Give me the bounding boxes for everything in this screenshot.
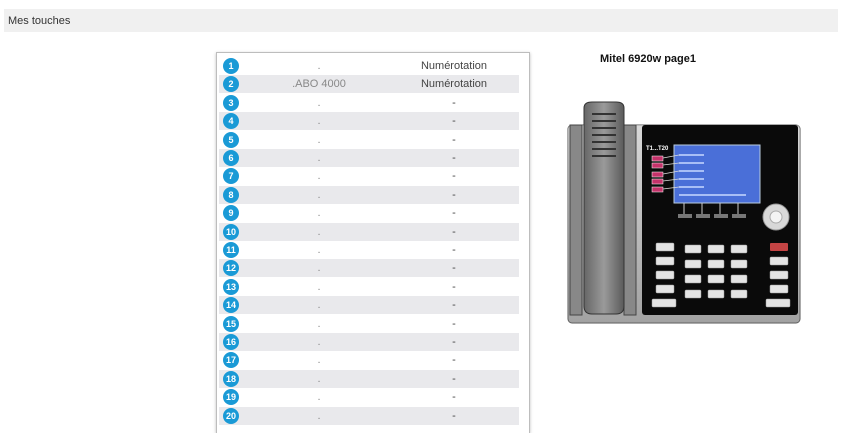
key-number-badge: 14 <box>223 297 239 314</box>
key-number-badge: 8 <box>223 186 239 203</box>
key-row[interactable]: 9. - <box>219 204 519 222</box>
key-label: . <box>317 152 321 164</box>
key-label: . <box>317 244 321 256</box>
key-row[interactable]: 14. - <box>219 296 519 315</box>
key-number-badge: 6 <box>223 150 239 166</box>
key-function: - <box>452 207 456 220</box>
phone-illustration: T1...T20 <box>567 101 801 324</box>
key-number-badge: 20 <box>223 407 239 424</box>
key-function: - <box>452 280 456 293</box>
key-row[interactable]: 12. - <box>219 259 519 278</box>
key-number-badge: 13 <box>223 278 239 295</box>
key-label: . <box>317 133 321 146</box>
key-number-badge: 4 <box>223 113 239 130</box>
key-label: . <box>317 280 321 293</box>
key-number-badge: 10 <box>223 223 239 240</box>
key-label: . <box>317 262 321 275</box>
key-label: . <box>317 299 321 312</box>
key-label: . <box>317 170 321 183</box>
key-function: - <box>452 115 456 128</box>
key-row[interactable]: 5. - <box>219 131 519 149</box>
key-function: - <box>452 152 456 164</box>
key-number-badge: 7 <box>223 168 239 185</box>
key-label: .ABO 4000 <box>292 78 346 91</box>
key-function: - <box>452 170 456 183</box>
key-number-badge: 1 <box>223 58 239 74</box>
key-row[interactable]: 3. - <box>219 94 519 112</box>
key-label: . <box>317 115 321 128</box>
key-function: - <box>452 372 456 385</box>
key-number-badge: 19 <box>223 389 239 406</box>
key-number-badge: 17 <box>223 352 239 369</box>
key-function: Numérotation <box>420 78 488 91</box>
key-number-badge: 2 <box>223 76 239 93</box>
key-row[interactable]: 19. - <box>219 388 519 406</box>
key-label: . <box>317 188 321 201</box>
key-row[interactable]: 15. - <box>219 315 519 333</box>
key-function: - <box>452 133 456 146</box>
key-label: . <box>317 336 321 348</box>
key-function: Numérotation <box>420 60 488 72</box>
key-row[interactable]: 4. - <box>219 112 519 131</box>
key-row[interactable]: 13. - <box>219 278 519 296</box>
key-row[interactable]: 8. - <box>219 185 519 204</box>
key-row[interactable]: 7. - <box>219 167 519 185</box>
key-function: - <box>452 409 456 422</box>
key-number-badge: 11 <box>223 242 239 258</box>
key-label: . <box>317 391 321 404</box>
keys-table: 1. Numérotation 2 .ABO 4000 Numérotation 3. -4… <box>216 52 530 433</box>
key-row[interactable]: 20. - <box>219 406 519 425</box>
key-row[interactable]: 18. - <box>219 369 519 388</box>
key-row[interactable]: 11. - <box>219 241 519 259</box>
key-label: . <box>317 60 321 72</box>
phone-title: Mitel 6920w page1 <box>600 53 696 65</box>
key-row[interactable]: 10. - <box>219 222 519 241</box>
phone-screen-label: T1...T20 <box>646 146 669 152</box>
key-row[interactable]: 17. - <box>219 351 519 369</box>
key-function: - <box>452 244 456 256</box>
key-row[interactable]: 6. - <box>219 149 519 167</box>
key-label: . <box>317 354 321 367</box>
key-function: - <box>452 225 456 238</box>
key-function: - <box>452 317 456 330</box>
key-label: . <box>317 317 321 330</box>
key-label: . <box>317 372 321 385</box>
key-function: - <box>452 391 456 404</box>
key-number-badge: 16 <box>223 334 239 350</box>
key-number-badge: 9 <box>223 205 239 222</box>
key-function: - <box>452 188 456 201</box>
key-number-badge: 18 <box>223 370 239 387</box>
page-title: Mes touches <box>8 15 71 27</box>
key-number-badge: 15 <box>223 315 239 332</box>
key-label: . <box>317 96 321 109</box>
key-row[interactable]: 16. - <box>219 333 519 351</box>
key-function: - <box>452 96 456 109</box>
page-header: Mes touches <box>4 9 838 32</box>
key-row[interactable]: 1. Numérotation <box>219 57 519 75</box>
key-function: - <box>452 354 456 367</box>
key-label: . <box>317 207 321 220</box>
key-row[interactable]: 2 .ABO 4000 Numérotation <box>219 75 519 94</box>
key-label: . <box>317 225 321 238</box>
key-function: - <box>452 336 456 348</box>
key-function: - <box>452 262 456 275</box>
key-number-badge: 5 <box>223 131 239 148</box>
key-label: . <box>317 409 321 422</box>
key-number-badge: 12 <box>223 260 239 277</box>
key-number-badge: 3 <box>223 94 239 111</box>
key-function: - <box>452 299 456 312</box>
